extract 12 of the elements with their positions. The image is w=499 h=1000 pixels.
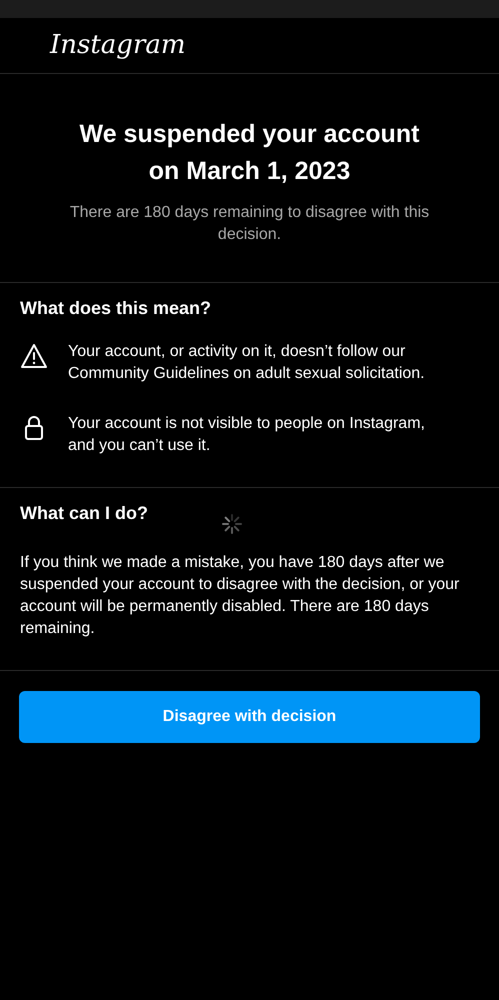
section-heading: What does this mean? — [20, 297, 212, 320]
subtitle: There are 180 days remaining to disagree with this decision. — [68, 203, 430, 245]
section-heading: What can I do? — [20, 502, 148, 525]
warning-icon — [20, 343, 48, 369]
instagram-logo: Instagram — [50, 29, 186, 62]
body-text: If you think we made a mistake, you have 180 days after we suspended your account to disagree with the decision, or your account will be permanently disabled. There are 180 days remaining. — [20, 553, 460, 639]
page-title: We suspended your account on March 1, 2023 — [78, 119, 420, 187]
disagree-button[interactable]: Disagree with decision — [19, 691, 480, 743]
item-text: Your account, or activity on it, doesn’t follow our Community Guidelines on adult sexual solicitation. — [68, 342, 426, 384]
item-text: Your account is not visible to people on Instagram, and you can’t use it. — [68, 414, 426, 456]
loading-spinner-icon — [220, 512, 244, 536]
lock-icon — [24, 415, 44, 441]
